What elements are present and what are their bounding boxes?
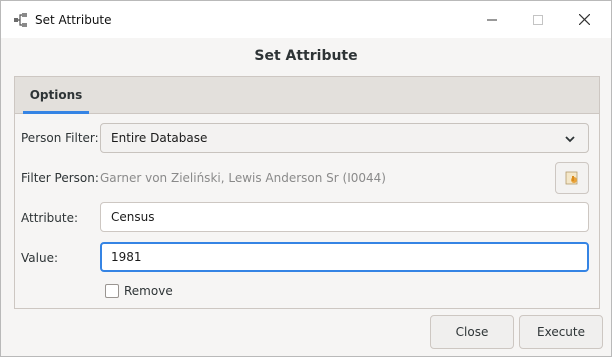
chevron-down-icon <box>565 136 575 143</box>
remove-label[interactable]: Remove <box>124 284 173 298</box>
filter-person-label: Filter Person: <box>21 171 99 185</box>
filter-person-value: Garner von Zieliński, Lewis Anderson Sr … <box>100 171 386 185</box>
close-button[interactable]: Close <box>430 315 514 349</box>
attribute-label: Attribute: <box>21 211 79 225</box>
gramps-tree-icon <box>14 13 27 27</box>
options-panel: Options Person Filter: Entire Database F… <box>14 76 600 309</box>
dialog-window: Set Attribute Set Attribute Options Pers… <box>0 0 612 357</box>
remove-checkbox[interactable] <box>105 284 119 298</box>
title-bar: Set Attribute <box>1 1 611 38</box>
tab-options[interactable]: Options <box>23 77 89 114</box>
person-filter-dropdown[interactable]: Entire Database <box>100 123 589 153</box>
select-person-button[interactable] <box>555 162 589 194</box>
window-title: Set Attribute <box>35 13 112 27</box>
value-input[interactable]: 1981 <box>100 242 589 272</box>
attribute-input[interactable]: Census <box>100 202 589 232</box>
close-icon <box>578 14 590 25</box>
minimize-button[interactable] <box>469 1 515 38</box>
close-window-button[interactable] <box>561 1 607 38</box>
execute-button[interactable]: Execute <box>519 315 603 349</box>
select-person-icon <box>565 171 578 185</box>
attribute-value: Census <box>111 210 155 224</box>
person-filter-value: Entire Database <box>111 131 208 145</box>
minimize-icon <box>487 19 497 20</box>
maximize-icon <box>533 14 543 25</box>
value-text: 1981 <box>111 250 142 264</box>
person-filter-label: Person Filter: <box>21 131 99 145</box>
tab-bar: Options <box>15 77 599 114</box>
value-label: Value: <box>21 251 58 265</box>
dialog-header: Set Attribute <box>1 38 611 74</box>
maximize-button[interactable] <box>515 1 561 38</box>
